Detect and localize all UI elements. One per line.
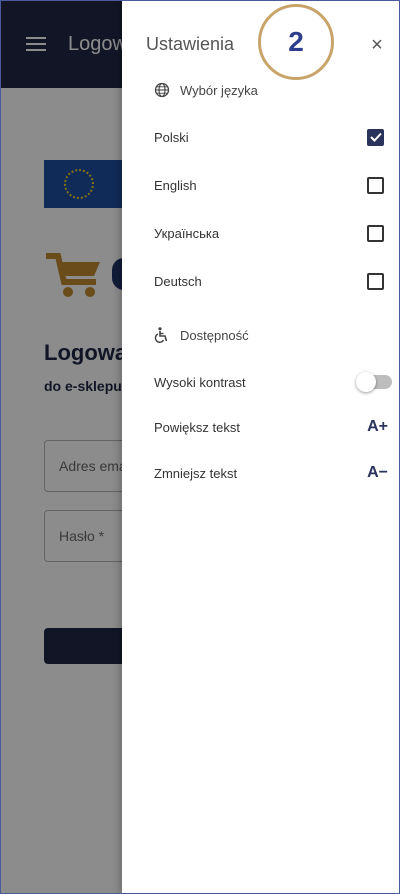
language-option-english[interactable]: English xyxy=(154,169,392,201)
checkbox-unchecked[interactable] xyxy=(367,272,384,290)
high-contrast-toggle[interactable] xyxy=(356,372,392,392)
globe-icon xyxy=(154,82,170,98)
increase-text-button[interactable]: A+ xyxy=(367,418,388,436)
settings-drawer: Ustawienia × Wybór języka Polski English xyxy=(122,0,400,894)
decrease-text-label: Zmniejsz tekst xyxy=(154,465,238,481)
close-button[interactable]: × xyxy=(366,34,388,56)
checkbox-unchecked[interactable] xyxy=(367,224,384,242)
wheelchair-icon xyxy=(154,327,170,343)
high-contrast-row[interactable]: Wysoki kontrast xyxy=(154,366,392,398)
step-number-badge: 2 xyxy=(258,4,334,80)
language-option-label: Українська xyxy=(154,225,220,241)
checkbox-unchecked[interactable] xyxy=(367,176,384,194)
close-icon: × xyxy=(371,33,383,56)
language-option-label: Deutsch xyxy=(154,273,202,289)
language-section-title: Wybór języka xyxy=(180,82,258,98)
checkbox-checked[interactable] xyxy=(367,128,384,146)
decrease-text-row[interactable]: Zmniejsz tekst A− xyxy=(154,457,392,489)
language-option-deutsch[interactable]: Deutsch xyxy=(154,265,392,297)
drawer-title: Ustawienia xyxy=(146,34,235,54)
language-option-ukrainian[interactable]: Українська xyxy=(154,217,392,249)
high-contrast-label: Wysoki kontrast xyxy=(154,374,246,390)
accessibility-section-title: Dostępność xyxy=(180,327,249,343)
checkmark-icon xyxy=(369,132,382,142)
accessibility-section-header: Dostępność xyxy=(154,327,249,343)
increase-text-row[interactable]: Powiększ tekst A+ xyxy=(154,411,392,443)
language-option-polski[interactable]: Polski xyxy=(154,121,392,153)
language-section-header: Wybór języka xyxy=(154,82,258,98)
decrease-text-button[interactable]: A− xyxy=(367,464,388,482)
language-option-label: English xyxy=(154,177,197,193)
increase-text-label: Powiększ tekst xyxy=(154,419,240,435)
language-option-label: Polski xyxy=(154,129,189,145)
toggle-knob xyxy=(356,372,376,392)
